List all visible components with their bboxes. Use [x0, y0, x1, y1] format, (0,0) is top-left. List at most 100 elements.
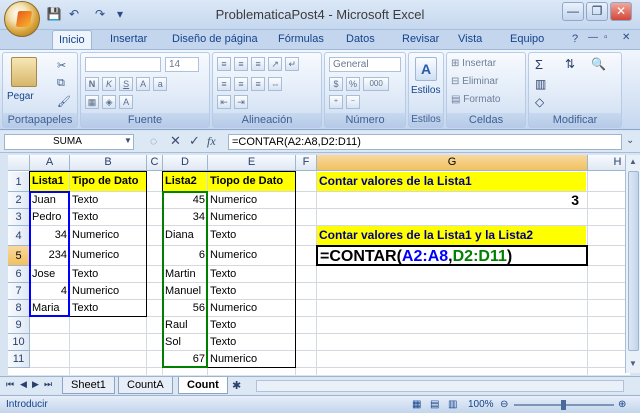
fill-icon[interactable]: ▥ — [535, 77, 546, 91]
column-header-b[interactable]: B — [70, 155, 147, 171]
find-select-icon[interactable]: 🔍 — [591, 57, 606, 71]
cell-g1[interactable]: Contar valores de la Lista1 — [317, 172, 586, 191]
insert-function-icon[interactable]: fx — [207, 134, 216, 149]
align-middle-icon[interactable]: ≡ — [234, 57, 249, 71]
wrap-text-icon[interactable]: ↵ — [285, 57, 300, 71]
decrease-indent-icon[interactable]: ⇤ — [217, 95, 231, 109]
insert-cells-button[interactable]: ⊞ Insertar — [451, 57, 496, 71]
zoom-out-icon[interactable]: ⊖ — [500, 396, 508, 413]
tab-inicio[interactable]: Inicio — [52, 30, 92, 49]
align-bottom-icon[interactable]: ≡ — [251, 57, 266, 71]
last-sheet-icon[interactable]: ⏭ — [44, 379, 52, 390]
row-header-8[interactable]: 8 — [8, 300, 30, 317]
decrease-decimal-icon[interactable]: ⁻ — [346, 95, 361, 109]
fill-color-icon[interactable]: ◈ — [102, 95, 117, 109]
autosum-icon[interactable]: Σ — [535, 57, 543, 72]
wb-restore-icon[interactable]: ▫ — [604, 32, 608, 43]
name-box-dropdown-icon[interactable]: ▼ — [124, 136, 132, 145]
row-header-9[interactable]: 9 — [8, 317, 30, 334]
align-center-icon[interactable]: ≡ — [234, 77, 249, 91]
select-all-corner[interactable] — [8, 155, 30, 171]
help-icon[interactable]: ? — [572, 33, 578, 45]
cancel-entry-icon[interactable]: ✕ — [170, 133, 181, 149]
insert-sheet-icon[interactable]: ✱ — [232, 379, 241, 392]
row-header-4[interactable]: 4 — [8, 226, 30, 246]
align-top-icon[interactable]: ≡ — [217, 57, 231, 71]
page-break-icon[interactable]: ▥ — [448, 396, 457, 413]
row-header-3[interactable]: 3 — [8, 209, 30, 226]
increase-decimal-icon[interactable]: ⁺ — [329, 95, 343, 109]
tab-insertar[interactable]: Insertar — [104, 30, 153, 49]
row-header-1[interactable]: 1 — [8, 172, 30, 192]
row-header-11[interactable]: 11 — [8, 351, 30, 368]
column-header-a[interactable]: A — [30, 155, 70, 171]
currency-icon[interactable]: $ — [329, 77, 343, 91]
grow-font-icon[interactable]: A — [136, 77, 151, 91]
minimize-button[interactable]: — — [562, 2, 584, 21]
number-format-select[interactable]: General — [329, 57, 401, 72]
scroll-up-icon[interactable]: ▲ — [629, 157, 637, 166]
maximize-button[interactable]: ❐ — [586, 2, 608, 21]
office-button[interactable] — [4, 1, 40, 37]
column-header-e[interactable]: E — [208, 155, 296, 171]
formula-expand-icon[interactable]: ⌄ — [626, 135, 634, 146]
column-header-h[interactable]: H — [588, 155, 630, 171]
column-header-f[interactable]: F — [296, 155, 317, 171]
horizontal-scrollbar[interactable] — [256, 380, 624, 392]
tab-datos[interactable]: Datos — [340, 30, 381, 49]
borders-icon[interactable]: ▦ — [85, 95, 99, 109]
prev-sheet-icon[interactable]: ◀ — [20, 379, 27, 390]
delete-cells-button[interactable]: ⊟ Eliminar — [451, 75, 498, 89]
sort-filter-icon[interactable]: ⇅ — [565, 57, 575, 71]
tab-equipo[interactable]: Equipo — [504, 30, 550, 49]
sheet-tab-counta[interactable]: CountA — [118, 377, 173, 394]
column-header-d[interactable]: D — [163, 155, 208, 171]
column-header-c[interactable]: C — [147, 155, 163, 171]
thousands-button[interactable]: 000 — [363, 77, 390, 91]
wb-close-icon[interactable]: ✕ — [622, 32, 630, 43]
row-header-10[interactable]: 10 — [8, 334, 30, 351]
zoom-level[interactable]: 100% — [468, 396, 494, 413]
formula-input[interactable]: =CONTAR(A2:A8,D2:D11) — [228, 134, 622, 150]
row-header-5[interactable]: 5 — [8, 246, 30, 266]
row-header-6[interactable]: 6 — [8, 266, 30, 283]
font-color-icon[interactable]: A — [119, 95, 134, 109]
scroll-thumb[interactable] — [628, 171, 639, 351]
clear-icon[interactable]: ◇ — [535, 95, 544, 109]
copy-icon[interactable]: ⧉ — [57, 77, 65, 90]
active-cell-G5[interactable]: =CONTAR(A2:A8,D2:D11) — [316, 245, 588, 266]
column-header-g[interactable]: G — [317, 155, 588, 171]
cell-g2[interactable]: 3 — [317, 192, 587, 208]
paste-icon[interactable] — [11, 57, 37, 87]
wb-minimize-icon[interactable]: — — [588, 32, 598, 43]
expand-icon[interactable]: ◌ — [150, 134, 157, 148]
italic-icon[interactable]: K — [102, 77, 117, 91]
next-sheet-icon[interactable]: ▶ — [32, 379, 39, 390]
underline-icon[interactable]: S — [119, 77, 134, 91]
cut-icon[interactable]: ✂ — [57, 59, 66, 72]
align-left-icon[interactable]: ≡ — [217, 77, 231, 91]
sheet-tab-sheet1[interactable]: Sheet1 — [62, 377, 115, 394]
tab-vista[interactable]: Vista — [452, 30, 488, 49]
row-header-2[interactable]: 2 — [8, 192, 30, 209]
styles-button[interactable]: Estilos — [411, 85, 440, 96]
confirm-entry-icon[interactable]: ✓ — [189, 133, 200, 149]
zoom-in-icon[interactable]: ⊕ — [618, 396, 626, 413]
tab-diseno-pagina[interactable]: Diseño de página — [166, 30, 264, 49]
tab-revisar[interactable]: Revisar — [396, 30, 445, 49]
orientation-icon[interactable]: ↗ — [268, 57, 283, 71]
shrink-font-icon[interactable]: a — [153, 77, 168, 91]
increase-indent-icon[interactable]: ⇥ — [234, 95, 249, 109]
page-layout-icon[interactable]: ▤ — [430, 396, 439, 413]
sheet-tab-count[interactable]: Count — [178, 377, 228, 394]
align-right-icon[interactable]: ≡ — [251, 77, 266, 91]
vertical-scrollbar[interactable]: ▲ ▼ — [625, 155, 640, 373]
name-box[interactable]: SUMA — [4, 134, 134, 150]
bold-icon[interactable]: N — [85, 77, 99, 91]
format-painter-icon[interactable]: 🖌 — [57, 95, 71, 108]
font-size-select[interactable]: 14 — [165, 57, 199, 72]
normal-view-icon[interactable]: ▦ — [412, 396, 421, 413]
first-sheet-icon[interactable]: ⏮ — [6, 379, 14, 390]
font-name-select[interactable] — [85, 57, 161, 72]
spreadsheet-grid[interactable]: ABCDEFGH 1 2 3 4 5 6 7 8 9 10 11 Lista1 Tipo de Dat… — [8, 155, 630, 375]
